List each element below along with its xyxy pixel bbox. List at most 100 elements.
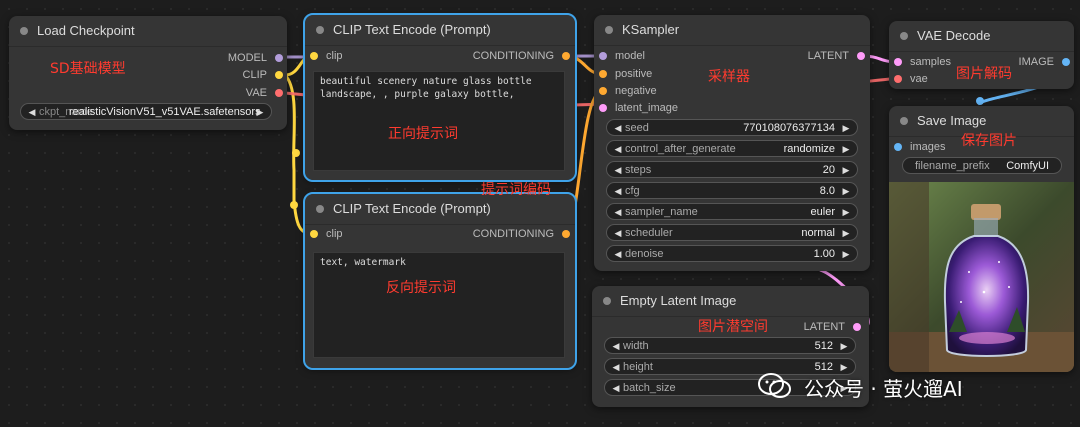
collapse-dot-icon[interactable] (316, 205, 324, 213)
widget-label: height (623, 361, 653, 373)
arrow-left-icon[interactable]: ◀ (25, 104, 39, 121)
node-title[interactable]: VAE Decode (889, 21, 1074, 52)
port-dot-icon[interactable] (894, 75, 902, 83)
port-label: CLIP (242, 69, 267, 81)
input-latent-image[interactable]: latent_image (599, 100, 678, 116)
input-samples[interactable]: samples (894, 54, 951, 70)
port-dot-icon[interactable] (599, 87, 607, 95)
input-clip[interactable]: clip (310, 48, 343, 64)
input-positive[interactable]: positive (599, 66, 652, 82)
port-dot-icon[interactable] (857, 52, 865, 60)
port-dot-icon[interactable] (853, 323, 861, 331)
input-clip[interactable]: clip (310, 226, 343, 242)
port-dot-icon[interactable] (599, 104, 607, 112)
port-dot-icon[interactable] (310, 230, 318, 238)
arrow-left-icon[interactable]: ◀ (609, 338, 623, 355)
port-dot-icon[interactable] (1062, 58, 1070, 66)
output-image[interactable]: IMAGE (1019, 54, 1070, 70)
port-dot-icon[interactable] (562, 230, 570, 238)
arrow-left-icon[interactable]: ◀ (609, 359, 623, 376)
arrow-left-icon[interactable]: ◀ (611, 162, 625, 179)
arrow-left-icon[interactable]: ◀ (611, 120, 625, 137)
widget-sampler-name[interactable]: ◀ sampler_name euler ▶ (606, 203, 858, 220)
output-latent[interactable]: LATENT (808, 48, 865, 64)
arrow-right-icon[interactable]: ▶ (839, 183, 853, 200)
prompt-textarea[interactable]: text, watermark (313, 252, 565, 358)
input-vae[interactable]: vae (894, 71, 928, 87)
port-dot-icon[interactable] (275, 89, 283, 97)
arrow-right-icon[interactable]: ▶ (839, 246, 853, 263)
collapse-dot-icon[interactable] (20, 27, 28, 35)
input-images[interactable]: images (894, 139, 945, 155)
input-negative[interactable]: negative (599, 83, 657, 99)
port-dot-icon[interactable] (894, 58, 902, 66)
port-dot-icon[interactable] (310, 52, 318, 60)
prompt-textarea[interactable]: beautiful scenery nature glass bottle la… (313, 71, 565, 171)
output-conditioning[interactable]: CONDITIONING (473, 48, 570, 64)
arrow-right-icon[interactable]: ▶ (839, 120, 853, 137)
node-ksampler[interactable]: KSampler model positive negative latent_… (594, 15, 870, 271)
arrow-right-icon[interactable]: ▶ (839, 141, 853, 158)
node-title[interactable]: Empty Latent Image (592, 286, 869, 317)
output-vae[interactable]: VAE (246, 85, 283, 101)
widget-width[interactable]: ◀ width 512 ▶ (604, 337, 856, 354)
arrow-right-icon[interactable]: ▶ (839, 225, 853, 242)
arrow-right-icon[interactable]: ▶ (839, 204, 853, 221)
port-label: LATENT (807, 50, 849, 62)
collapse-dot-icon[interactable] (316, 26, 324, 34)
galaxy-bottle-preview-image[interactable] (889, 182, 1074, 372)
annotation-save-image: 保存图片 (961, 133, 1017, 149)
widget-value: randomize (783, 143, 835, 155)
widget-value: 8.0 (819, 185, 835, 197)
port-dot-icon[interactable] (599, 52, 607, 60)
annotation-prompt-encoding: 提示词编码 (481, 182, 551, 198)
widget-filename-prefix[interactable]: filename_prefix ComfyUI (902, 157, 1062, 174)
annotation-positive-prompt: 正向提示词 (388, 126, 458, 142)
collapse-dot-icon[interactable] (900, 117, 908, 125)
widget-control-after-generate[interactable]: ◀ control_after_generate randomize ▶ (606, 140, 858, 157)
port-label: negative (615, 85, 657, 97)
port-label: images (910, 141, 946, 153)
port-dot-icon[interactable] (894, 143, 902, 151)
input-model[interactable]: model (599, 48, 645, 64)
widget-scheduler[interactable]: ◀ scheduler normal ▶ (606, 224, 858, 241)
output-model[interactable]: MODEL (228, 50, 283, 66)
widget-denoise[interactable]: ◀ denoise 1.00 ▶ (606, 245, 858, 262)
arrow-right-icon[interactable]: ▶ (839, 162, 853, 179)
arrow-right-icon[interactable]: ▶ (253, 104, 267, 121)
output-conditioning[interactable]: CONDITIONING (473, 226, 570, 242)
arrow-left-icon[interactable]: ◀ (611, 246, 625, 263)
arrow-left-icon[interactable]: ◀ (609, 380, 623, 397)
annotation-image-decode: 图片解码 (956, 66, 1012, 82)
arrow-left-icon[interactable]: ◀ (611, 183, 625, 200)
collapse-dot-icon[interactable] (900, 32, 908, 40)
node-title[interactable]: Load Checkpoint (9, 16, 287, 47)
widget-value: euler (810, 206, 835, 218)
node-title[interactable]: KSampler (594, 15, 870, 46)
widget-label: width (623, 340, 649, 352)
widget-cfg[interactable]: ◀ cfg 8.0 ▶ (606, 182, 858, 199)
collapse-dot-icon[interactable] (603, 297, 611, 305)
arrow-left-icon[interactable]: ◀ (611, 141, 625, 158)
arrow-right-icon[interactable]: ▶ (837, 338, 851, 355)
node-clip-text-encode-positive[interactable]: CLIP Text Encode (Prompt) clip CONDITION… (303, 13, 577, 182)
ckpt-name-combo[interactable]: ◀ ckpt_name realisticVisionV51_v51VAE.sa… (20, 103, 272, 120)
node-title-text: CLIP Text Encode (Prompt) (333, 201, 491, 216)
widget-seed[interactable]: ◀ seed 770108076377134 ▶ (606, 119, 858, 136)
port-label: latent_image (615, 102, 678, 114)
port-dot-icon[interactable] (275, 54, 283, 62)
node-title[interactable]: CLIP Text Encode (Prompt) (305, 15, 575, 46)
output-clip[interactable]: CLIP (243, 67, 283, 83)
node-title-text: Save Image (917, 113, 987, 128)
port-dot-icon[interactable] (275, 71, 283, 79)
collapse-dot-icon[interactable] (605, 26, 613, 34)
port-label: VAE (245, 87, 267, 99)
widget-steps[interactable]: ◀ steps 20 ▶ (606, 161, 858, 178)
annotation-latent-space: 图片潜空间 (698, 319, 768, 335)
port-dot-icon[interactable] (599, 70, 607, 78)
port-label: vae (910, 73, 928, 85)
arrow-left-icon[interactable]: ◀ (611, 225, 625, 242)
arrow-left-icon[interactable]: ◀ (611, 204, 625, 221)
output-latent[interactable]: LATENT (804, 319, 861, 335)
port-dot-icon[interactable] (562, 52, 570, 60)
